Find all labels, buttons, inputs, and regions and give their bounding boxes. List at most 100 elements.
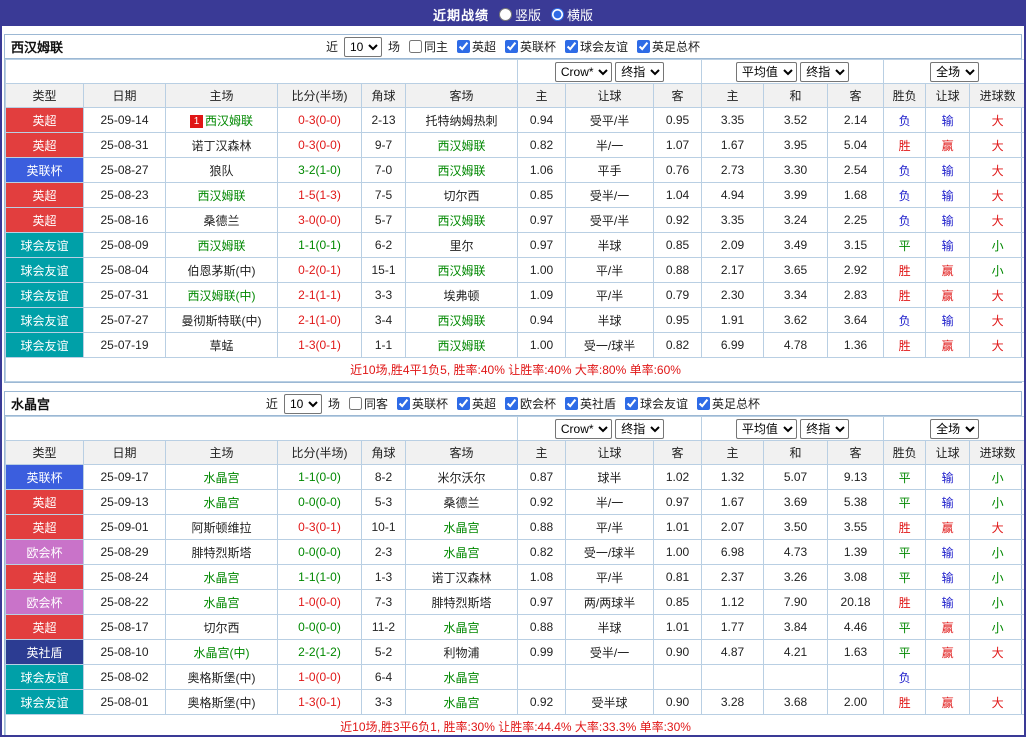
competition-checkbox[interactable]: 英联杯 <box>505 38 556 55</box>
away-team-name[interactable]: 水晶宫 <box>444 671 480 685</box>
corner-score: 2-3 <box>361 539 406 565</box>
home-team-name[interactable]: 曼彻斯特联(中) <box>182 314 262 328</box>
summary-line: 近10场,胜3平6负1, 胜率:30% 让胜率:44.4% 大率:33.3% 单… <box>4 714 1024 735</box>
recent-count-select[interactable]: 10 <box>283 393 322 414</box>
home-team-name[interactable]: 桑德兰 <box>203 214 239 228</box>
away-team-name[interactable]: 托特纳姆热刺 <box>426 114 498 128</box>
euro-odds-selectors: 平均值 终指 <box>701 59 885 84</box>
corner-score: 1-1 <box>361 332 406 358</box>
home-team-name[interactable]: 水晶宫 <box>203 496 239 510</box>
away-team-name[interactable]: 水晶宫 <box>444 521 480 535</box>
away-team-name[interactable]: 诺丁汉森林 <box>432 571 492 585</box>
layout-radio-horizontal[interactable] <box>551 7 564 21</box>
home-team-name[interactable]: 水晶宫 <box>203 571 239 585</box>
competition-checkbox[interactable]: 球会友谊 <box>625 395 688 412</box>
competition-checkbox-input[interactable] <box>505 40 518 53</box>
asia-book-select[interactable]: Crow* <box>554 418 612 439</box>
euro-away-odds: 4.46 <box>827 614 885 640</box>
home-team-name[interactable]: 奥格斯堡(中) <box>188 671 256 685</box>
home-team-name[interactable]: 水晶宫(中) <box>194 646 250 660</box>
asia-away-odds: 0.90 <box>653 639 703 665</box>
competition-checkbox-input[interactable] <box>505 397 518 410</box>
scope-select[interactable]: 全场 <box>930 61 980 82</box>
layout-option-vertical[interactable]: 竖版 <box>498 5 541 24</box>
asia-book-select[interactable]: Crow* <box>554 61 612 82</box>
away-team-name[interactable]: 西汉姆联 <box>438 264 486 278</box>
result-wdl: 负 <box>883 207 927 233</box>
home-team-cell: 桑德兰 <box>165 207 278 233</box>
away-team-name[interactable]: 西汉姆联 <box>438 339 486 353</box>
asia-ref-select[interactable]: 终指 <box>615 61 665 82</box>
home-team-name[interactable]: 阿斯顿维拉 <box>191 521 251 535</box>
layout-option-horizontal[interactable]: 横版 <box>551 5 593 24</box>
layout-radio-vertical[interactable] <box>498 7 512 21</box>
home-team-name[interactable]: 西汉姆联 <box>197 239 245 253</box>
home-team-name[interactable]: 狼队 <box>209 164 233 178</box>
away-team-name[interactable]: 西汉姆联 <box>438 314 486 328</box>
euro-ref-select[interactable]: 终指 <box>800 61 850 82</box>
competition-checkbox[interactable]: 英联杯 <box>396 395 448 412</box>
same-venue-checkbox[interactable]: 同主 <box>408 38 448 55</box>
result-wdl: 平 <box>883 232 927 258</box>
away-team-name[interactable]: 水晶宫 <box>444 546 480 560</box>
home-team-name[interactable]: 水晶宫 <box>203 596 239 610</box>
match-score: 2-1(1-0) <box>277 307 362 333</box>
same-venue-checkbox-input[interactable] <box>348 397 362 410</box>
competition-checkbox-input[interactable] <box>456 397 470 410</box>
away-team-name[interactable]: 切尔西 <box>444 189 480 203</box>
away-team-name[interactable]: 西汉姆联 <box>438 139 486 153</box>
away-team-name[interactable]: 埃弗顿 <box>444 289 480 303</box>
away-team-name[interactable]: 里尔 <box>450 239 474 253</box>
scope-select[interactable]: 全场 <box>930 418 980 439</box>
euro-ref-select[interactable]: 终指 <box>800 418 850 439</box>
competition-checkbox[interactable]: 球会友谊 <box>565 38 628 55</box>
same-venue-checkbox[interactable]: 同客 <box>348 395 388 412</box>
home-team-name[interactable]: 切尔西 <box>203 621 239 635</box>
asia-ref-select[interactable]: 终指 <box>615 418 665 439</box>
home-team-name[interactable]: 西汉姆联 <box>197 189 245 203</box>
competition-checkbox-input[interactable] <box>396 397 410 410</box>
recent-count-select[interactable]: 10 <box>343 36 382 57</box>
away-team-cell: 水晶宫 <box>404 614 519 640</box>
match-type-badge: 欧会杯 <box>5 539 84 565</box>
home-team-name[interactable]: 腓特烈斯塔 <box>191 546 251 560</box>
competition-checkbox[interactable]: 欧会杯 <box>505 395 556 412</box>
euro-avg-select[interactable]: 平均值 <box>735 61 797 82</box>
away-team-name[interactable]: 腓特烈斯塔 <box>432 596 492 610</box>
away-team-name[interactable]: 米尔沃尔 <box>438 471 486 485</box>
match-score: 0-2(0-1) <box>277 257 362 283</box>
competition-checkbox-input[interactable] <box>697 397 711 410</box>
euro-home-odds: 1.12 <box>701 589 765 615</box>
away-team-name[interactable]: 水晶宫 <box>444 696 480 710</box>
competition-checkbox[interactable]: 英超 <box>456 395 496 412</box>
away-team-name[interactable]: 西汉姆联 <box>438 214 486 228</box>
match-score: 0-3(0-1) <box>277 514 362 540</box>
competition-checkbox[interactable]: 英超 <box>456 38 496 55</box>
away-team-name[interactable]: 桑德兰 <box>444 496 480 510</box>
competition-checkbox[interactable]: 英足总杯 <box>697 395 760 412</box>
home-team-name[interactable]: 草蜢 <box>209 339 233 353</box>
home-team-name[interactable]: 伯恩茅斯(中) <box>188 264 256 278</box>
col-result-handicap: 让球 <box>925 440 971 465</box>
away-team-name[interactable]: 利物浦 <box>444 646 480 660</box>
competition-checkbox-input[interactable] <box>625 397 639 410</box>
competition-checkbox-input[interactable] <box>565 397 579 410</box>
match-date: 25-08-02 <box>83 664 166 690</box>
result-wdl: 平 <box>883 564 927 590</box>
competition-checkbox-input[interactable] <box>565 40 579 53</box>
away-team-name[interactable]: 水晶宫 <box>444 621 480 635</box>
corner-score: 1-3 <box>361 564 406 590</box>
away-team-name[interactable]: 西汉姆联 <box>438 164 486 178</box>
same-venue-checkbox-input[interactable] <box>408 40 422 53</box>
home-team-name[interactable]: 水晶宫 <box>203 471 239 485</box>
home-team-name[interactable]: 西汉姆联(中) <box>188 289 256 303</box>
selector-row: Crow* 终指 平均值 终指 全场 <box>4 59 1024 84</box>
competition-checkbox-input[interactable] <box>637 40 651 53</box>
home-team-name[interactable]: 西汉姆联 <box>205 114 253 128</box>
competition-checkbox[interactable]: 英足总杯 <box>637 38 700 55</box>
home-team-name[interactable]: 诺丁汉森林 <box>191 139 251 153</box>
euro-avg-select[interactable]: 平均值 <box>735 418 797 439</box>
competition-checkbox-input[interactable] <box>456 40 470 53</box>
home-team-name[interactable]: 奥格斯堡(中) <box>188 696 256 710</box>
competition-checkbox[interactable]: 英社盾 <box>565 395 616 412</box>
